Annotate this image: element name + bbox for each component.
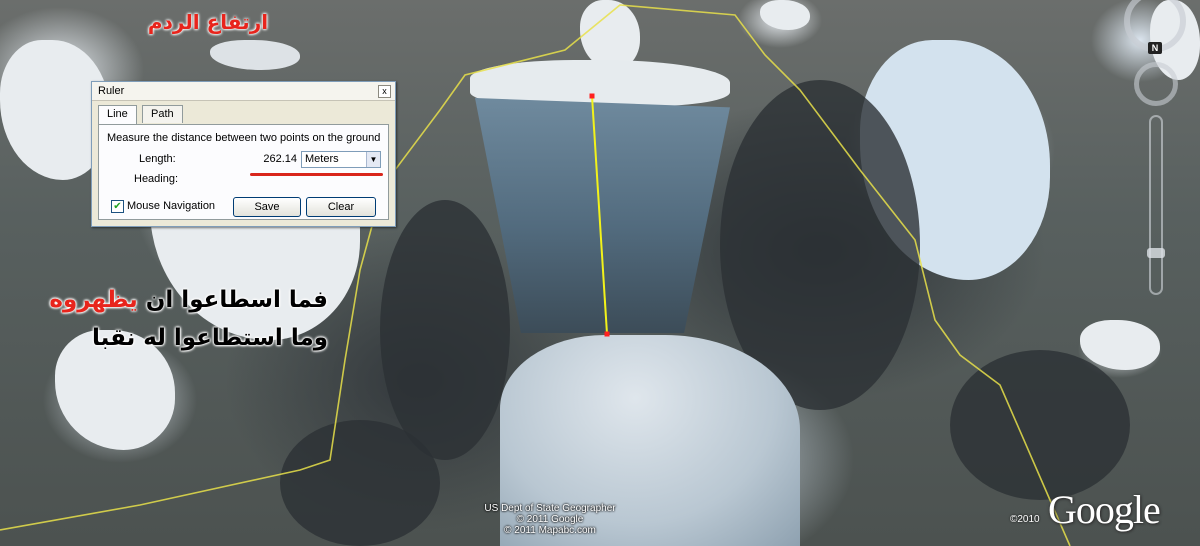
copyright-year: ©2010 [1010, 514, 1040, 525]
imagery-attribution: US Dept of State Geographer © 2011 Googl… [470, 503, 630, 536]
save-button[interactable]: Save [233, 197, 301, 217]
measure-end-point[interactable] [604, 331, 610, 337]
overlay-title: ارتفاع الردم [147, 10, 269, 34]
ruler-titlebar[interactable]: Ruler x [92, 82, 395, 101]
tab-line[interactable]: Line [98, 105, 137, 124]
chevron-down-icon[interactable]: ▼ [366, 152, 380, 167]
compass-north-icon[interactable]: N [1148, 42, 1162, 54]
tab-path[interactable]: Path [142, 105, 183, 123]
unit-select[interactable]: Meters ▼ [301, 151, 381, 168]
ruler-panel: Measure the distance between two points … [98, 124, 389, 220]
length-label: Length: [139, 153, 176, 165]
ruler-instruction: Measure the distance between two points … [107, 132, 381, 144]
verse-line-1: فما اسطاعوا ان يظهروه [49, 287, 328, 313]
attribution-line-1: US Dept of State Geographer [484, 503, 616, 514]
measure-start-point[interactable] [589, 93, 595, 99]
verse-line-1-text: فما اسطاعوا ان [137, 287, 328, 313]
ruler-window-title: Ruler [98, 85, 125, 97]
verse-highlight: يظهروه [49, 287, 138, 313]
mouse-navigation-label: Mouse Navigation [127, 200, 216, 212]
unit-select-value: Meters [305, 153, 339, 165]
attribution-line-2: © 2011 Google [516, 514, 584, 525]
measure-line[interactable] [591, 95, 608, 335]
zoom-slider-knob[interactable] [1147, 248, 1165, 258]
move-ring-icon[interactable] [1134, 62, 1178, 106]
zoom-slider-icon[interactable] [1149, 115, 1163, 295]
length-value: 262.14 [263, 153, 297, 165]
length-red-underline [250, 173, 383, 176]
ruler-dialog[interactable]: Ruler x Line Path Measure the distance b… [91, 81, 396, 227]
google-logo: Google [1048, 487, 1161, 532]
close-icon[interactable]: x [378, 85, 391, 98]
clear-button[interactable]: Clear [306, 197, 376, 217]
verse-line-2: وما استطاعوا له نقبا [92, 325, 328, 351]
attribution-line-3: © 2011 Mapabc.com [504, 525, 596, 536]
ruler-tabs: Line Path [98, 105, 395, 125]
heading-label: Heading: [134, 173, 179, 185]
mouse-navigation-checkbox[interactable]: ✔ [111, 200, 124, 213]
